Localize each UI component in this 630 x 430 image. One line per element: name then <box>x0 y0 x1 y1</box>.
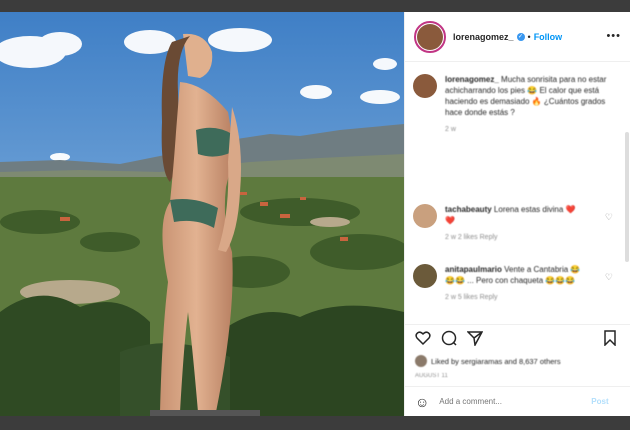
comment-meta: 2 w <box>445 126 456 133</box>
comment-avatar[interactable] <box>413 204 437 228</box>
share-icon[interactable] <box>466 330 484 350</box>
follow-button[interactable]: Follow <box>534 32 563 42</box>
comments-scrollbar[interactable] <box>625 132 629 262</box>
comment-input[interactable] <box>437 396 582 407</box>
comment-item: tachabeauty Lorena estas divina ❤️❤️ 2 w… <box>413 204 613 243</box>
comment-avatar[interactable] <box>413 74 437 98</box>
action-bar <box>405 324 630 354</box>
likes-text[interactable]: Liked by sergiaramas and 8,637 others <box>431 357 561 366</box>
header-avatar-ring[interactable] <box>414 20 446 53</box>
comment-meta: 2 w 2 likes Reply <box>445 234 498 241</box>
verified-badge-icon: ✓ <box>516 32 525 41</box>
comment-item: anitapaulmario Vente a Cantabria 😂😂😂 ...… <box>413 264 613 303</box>
comment-like-icon[interactable]: ♡ <box>605 212 613 223</box>
likes-summary[interactable]: Liked by sergiaramas and 8,637 others <box>415 355 561 367</box>
caption-comment: lorenagomez_ Mucha sonrisita para no est… <box>413 74 613 135</box>
heart-icon[interactable] <box>415 330 431 350</box>
post-date: AUGUST 11 <box>415 373 448 379</box>
header-separator: • <box>527 31 531 42</box>
comment-username[interactable]: anitapaulmario <box>445 265 502 274</box>
add-comment-bar: ☺ Post <box>405 386 630 416</box>
comments-list: lorenagomez_ Mucha sonrisita para no est… <box>405 62 630 324</box>
more-options-icon[interactable]: ••• <box>606 30 621 42</box>
comment-username[interactable]: tachabeauty <box>445 205 492 214</box>
comment-avatar[interactable] <box>413 264 437 288</box>
comment-body: tachabeauty Lorena estas divina ❤️❤️ 2 w… <box>445 204 585 243</box>
post-photo[interactable] <box>0 12 404 416</box>
smile-icon[interactable]: ☺ <box>415 394 429 410</box>
photo-scene <box>0 12 404 416</box>
post-header: lorenagomez_ ✓ • Follow ••• <box>405 12 630 62</box>
comment-icon[interactable] <box>441 330 457 350</box>
liker-avatar <box>415 355 427 367</box>
header-username[interactable]: lorenagomez_ <box>453 32 514 42</box>
comment-username[interactable]: lorenagomez_ <box>445 75 499 84</box>
comment-meta: 2 w 5 likes Reply <box>445 294 498 301</box>
post-side-panel: lorenagomez_ ✓ • Follow ••• lorenagomez_… <box>404 12 630 416</box>
post-comment-button[interactable]: Post <box>591 397 608 406</box>
comment-like-icon[interactable]: ♡ <box>605 272 613 283</box>
comment-body: lorenagomez_ Mucha sonrisita para no est… <box>445 74 613 135</box>
header-avatar[interactable] <box>417 23 443 50</box>
comment-body: anitapaulmario Vente a Cantabria 😂😂😂 ...… <box>445 264 585 303</box>
bookmark-icon[interactable] <box>603 330 617 350</box>
